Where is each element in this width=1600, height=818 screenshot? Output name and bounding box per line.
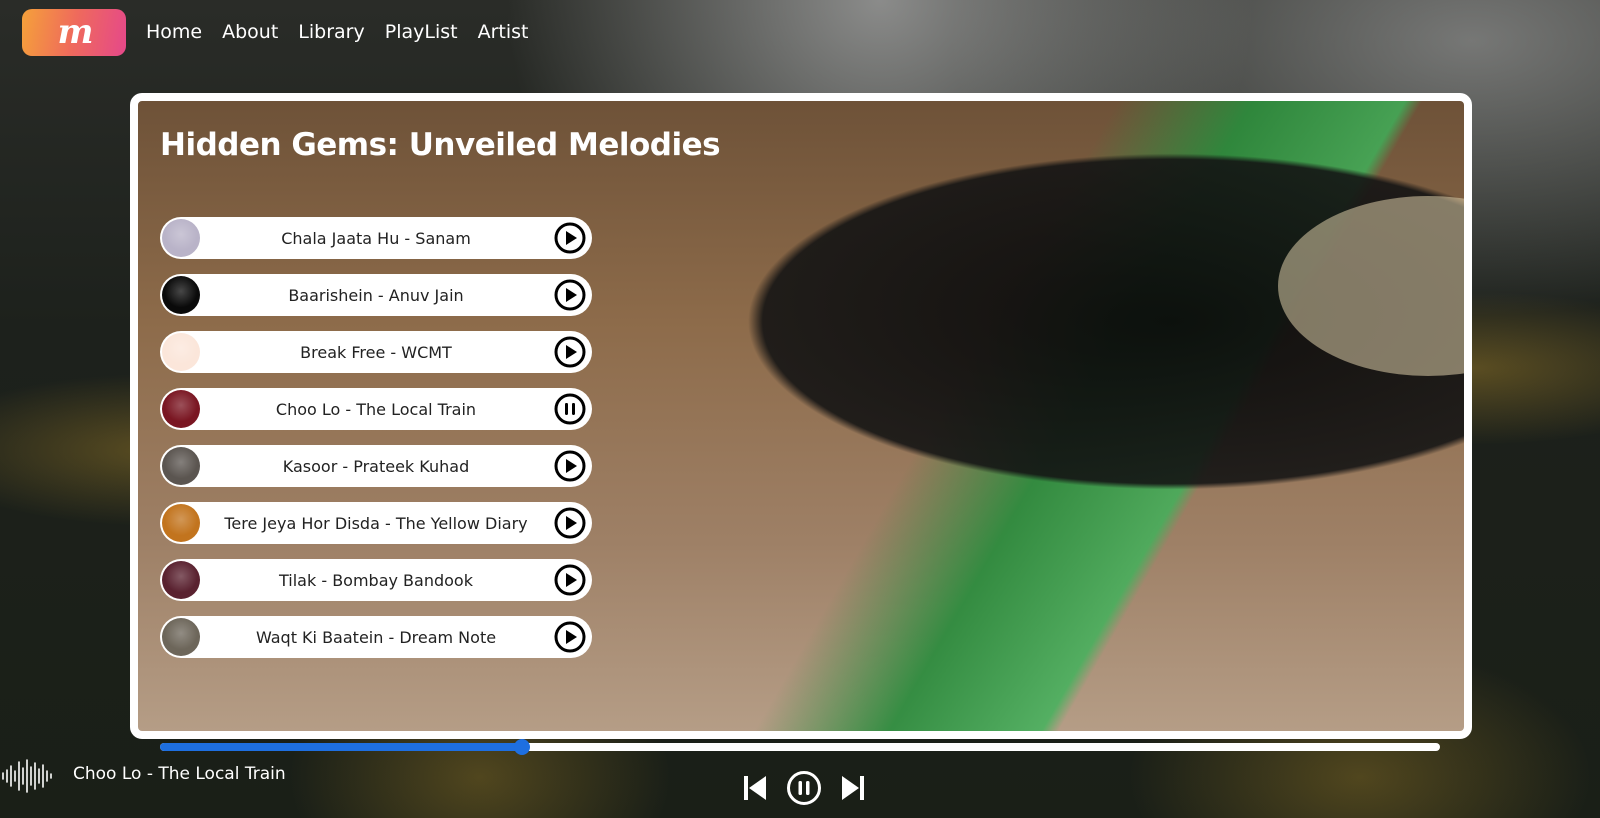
play-circle-icon[interactable] — [554, 621, 586, 653]
play-circle-icon[interactable] — [554, 279, 586, 311]
song-title: Tere Jeya Hor Disda - The Yellow Diary — [224, 513, 528, 533]
song-title: Tilak - Bombay Bandook — [279, 570, 473, 590]
song-row[interactable]: Choo Lo - The Local Train — [160, 388, 592, 430]
skip-next-icon[interactable] — [840, 774, 866, 802]
playlist-card: Hidden Gems: Unveiled Melodies Chala Jaa… — [130, 93, 1472, 739]
soundwave-icon — [2, 759, 52, 793]
song-title: Kasoor - Prateek Kuhad — [282, 456, 470, 476]
skip-previous-icon[interactable] — [742, 774, 768, 802]
top-nav: m Home About Library PlayList Artist — [22, 8, 548, 56]
nav-link-home[interactable]: Home — [146, 8, 202, 56]
album-art-thumbnail — [162, 447, 200, 485]
album-art-thumbnail — [162, 390, 200, 428]
song-title: Waqt Ki Baatein - Dream Note — [255, 627, 497, 647]
pause-circle-icon[interactable] — [786, 770, 822, 806]
song-row[interactable]: Kasoor - Prateek Kuhad — [160, 445, 592, 487]
now-playing-title: Choo Lo - The Local Train — [73, 764, 286, 784]
play-circle-icon[interactable] — [554, 336, 586, 368]
app-logo[interactable]: m — [22, 8, 126, 56]
song-title: Break Free - WCMT — [300, 342, 452, 362]
album-art-thumbnail — [162, 618, 200, 656]
player-controls — [742, 770, 866, 806]
song-row[interactable]: Tere Jeya Hor Disda - The Yellow Diary — [160, 502, 592, 544]
song-row[interactable]: Break Free - WCMT — [160, 331, 592, 373]
nav-link-playlist[interactable]: PlayList — [385, 8, 458, 56]
progress-bar[interactable] — [160, 739, 1440, 755]
album-art-thumbnail — [162, 276, 200, 314]
play-circle-icon[interactable] — [554, 222, 586, 254]
album-art-thumbnail — [162, 219, 200, 257]
progress-fill — [160, 743, 523, 751]
song-row[interactable]: Baarishein - Anuv Jain — [160, 274, 592, 316]
album-art-thumbnail — [162, 504, 200, 542]
pause-circle-icon[interactable] — [554, 393, 586, 425]
song-title: Chala Jaata Hu - Sanam — [281, 228, 471, 248]
nav-link-about[interactable]: About — [222, 8, 278, 56]
nav-links: Home About Library PlayList Artist — [146, 8, 548, 56]
play-circle-icon[interactable] — [554, 507, 586, 539]
play-circle-icon[interactable] — [554, 564, 586, 596]
nav-link-library[interactable]: Library — [298, 8, 364, 56]
playlist-title: Hidden Gems: Unveiled Melodies — [160, 127, 721, 163]
song-row[interactable]: Tilak - Bombay Bandook — [160, 559, 592, 601]
song-row[interactable]: Waqt Ki Baatein - Dream Note — [160, 616, 592, 658]
song-title: Baarishein - Anuv Jain — [288, 285, 464, 305]
album-art-thumbnail — [162, 561, 200, 599]
song-title: Choo Lo - The Local Train — [275, 399, 477, 419]
album-art-thumbnail — [162, 333, 200, 371]
song-row[interactable]: Chala Jaata Hu - Sanam — [160, 217, 592, 259]
song-list: Chala Jaata Hu - Sanam Baarishein - Anuv … — [160, 217, 592, 673]
play-circle-icon[interactable] — [554, 450, 586, 482]
nav-link-artist[interactable]: Artist — [478, 8, 529, 56]
progress-knob[interactable] — [514, 739, 531, 755]
